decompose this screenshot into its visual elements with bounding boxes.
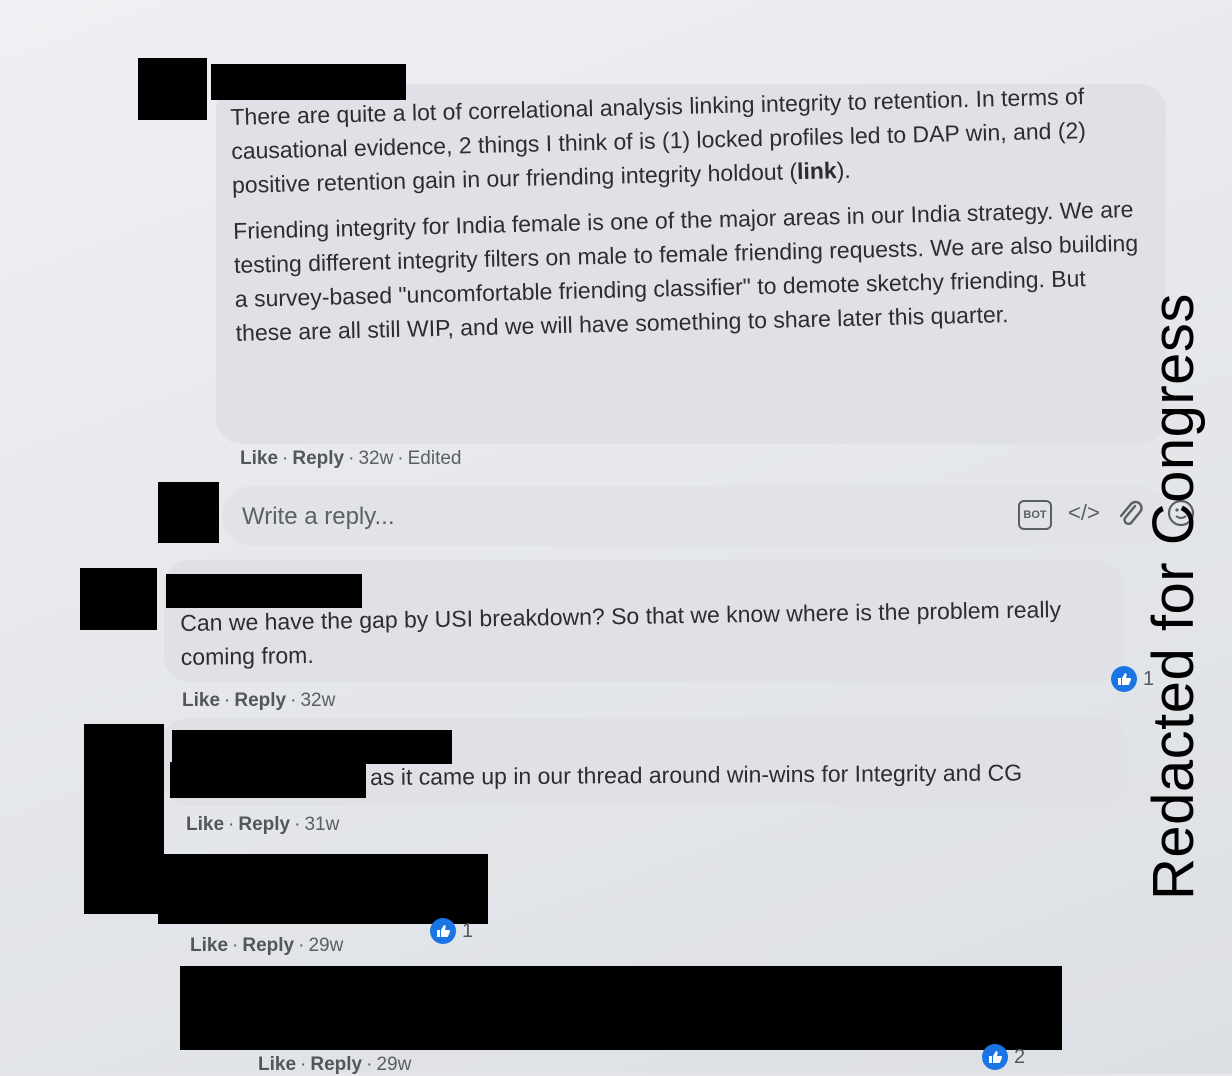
like-action[interactable]: Like <box>258 1054 296 1075</box>
reply-action[interactable]: Reply <box>234 690 286 711</box>
like-action[interactable]: Like <box>186 814 224 835</box>
redaction-watermark: Redacted for Congress <box>1141 293 1206 900</box>
comment-meta: Like · Reply · 29w <box>190 935 344 956</box>
comment-meta: Like · Reply · 31w <box>186 814 340 835</box>
edited-label: Edited <box>407 448 462 469</box>
like-action[interactable]: Like <box>182 690 220 711</box>
bot-icon[interactable]: BOT <box>1018 500 1052 530</box>
comment-time: 32w <box>300 690 336 711</box>
reply-action[interactable]: Reply <box>292 448 344 469</box>
redacted-author-name <box>211 64 406 100</box>
redacted-avatar <box>80 568 157 630</box>
reaction-count: 1 <box>462 919 474 942</box>
comment-meta: Like · Reply · 32w <box>182 690 336 711</box>
comment-meta: Like · Reply · 32w · Edited <box>240 448 462 469</box>
comment-body: as it came up in our thread around win-w… <box>370 759 1023 790</box>
redacted-avatar <box>84 724 164 914</box>
reaction-summary[interactable]: 2 <box>982 1044 1025 1070</box>
comment-time: 29w <box>308 935 344 956</box>
thumbs-up-icon <box>982 1044 1008 1070</box>
redacted-text <box>170 762 366 798</box>
comment-time: 32w <box>358 448 394 469</box>
like-action[interactable]: Like <box>240 448 278 469</box>
thumbs-up-icon <box>1111 666 1137 692</box>
reaction-count: 2 <box>1014 1045 1026 1068</box>
redacted-comment <box>158 854 488 924</box>
reply-action[interactable]: Reply <box>238 814 290 835</box>
code-icon[interactable]: </> <box>1068 500 1100 530</box>
reaction-summary[interactable]: 1 <box>430 918 473 944</box>
reply-action[interactable]: Reply <box>310 1054 362 1075</box>
comment-time: 29w <box>376 1054 412 1075</box>
reply-action[interactable]: Reply <box>242 935 294 956</box>
comment-time: 31w <box>304 814 340 835</box>
comment-body: There are quite a lot of correlational a… <box>230 78 1146 350</box>
reply-box: BOT </> <box>222 486 1195 546</box>
redacted-avatar <box>138 58 207 120</box>
redacted-avatar <box>158 482 219 543</box>
like-action[interactable]: Like <box>190 935 228 956</box>
thumbs-up-icon <box>430 918 456 944</box>
comment-link[interactable]: link <box>797 157 837 184</box>
reply-input[interactable] <box>240 498 984 536</box>
redacted-comment <box>180 966 1062 1050</box>
comment-paragraph: Friending integrity for India female is … <box>232 195 1139 346</box>
comment-paragraph: There are quite a lot of correlational a… <box>230 83 1087 198</box>
